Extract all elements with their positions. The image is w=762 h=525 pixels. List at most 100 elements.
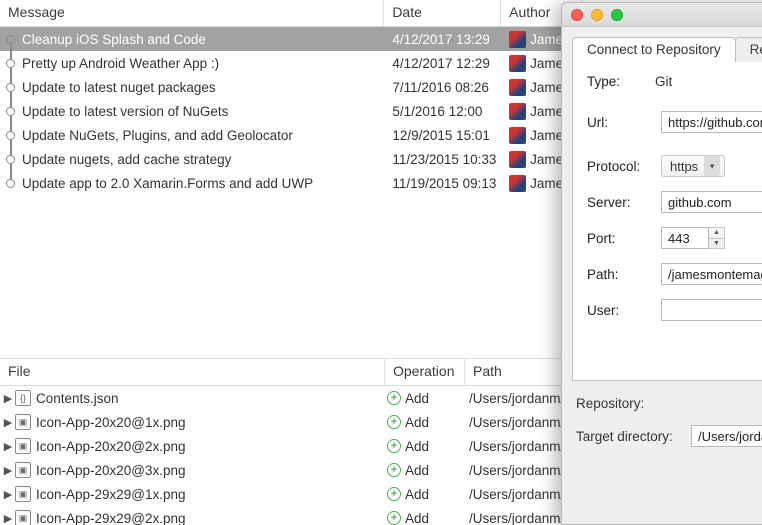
target-directory-label: Target directory: [576,429,691,444]
commit-date: 7/11/2016 08:26 [384,80,501,95]
server-label: Server: [587,195,661,210]
window-minimize-button[interactable] [591,9,603,21]
commit-row[interactable]: Update app to 2.0 Xamarin.Forms and add … [0,171,581,195]
commit-row[interactable]: Update NuGets, Plugins, and add Geolocat… [0,123,581,147]
commit-message: Update NuGets, Plugins, and add Geolocat… [22,128,384,143]
commit-row[interactable]: Update nugets, add cache strategy 11/23/… [0,147,581,171]
port-input[interactable] [661,227,709,249]
file-operation: Add [405,439,429,454]
image-file-icon: ▣ [15,462,31,478]
image-file-icon: ▣ [15,438,31,454]
connect-repository-dialog: Connect to Repository Registe Type: Git … [561,2,762,525]
user-label: User: [587,303,661,318]
dialog-tabstrip: Connect to Repository Registe [572,37,762,62]
server-input[interactable] [661,191,762,213]
add-icon: + [387,463,401,477]
commit-row[interactable]: Update to latest version of NuGets 5/1/2… [0,99,581,123]
image-file-icon: ▣ [15,486,31,502]
target-directory-input[interactable] [691,425,762,447]
chevron-down-icon[interactable]: ▼ [709,239,724,249]
column-header-date[interactable]: Date [384,0,501,26]
commit-row[interactable]: Pretty up Android Weather App :) 4/12/20… [0,51,581,75]
commit-row[interactable]: Update to latest nuget packages 7/11/201… [0,75,581,99]
chevron-up-icon[interactable]: ▲ [709,228,724,239]
commit-message: Update to latest version of NuGets [22,104,384,119]
graph-node-icon [0,27,22,51]
connect-tab-panel: Type: Git Url: Protocol: https ▾ Server:… [572,61,762,381]
column-header-operation[interactable]: Operation [385,359,465,385]
protocol-value: https [670,159,698,174]
graph-node-icon [0,123,22,147]
commit-message: Update nugets, add cache strategy [22,152,384,167]
stepper-buttons[interactable]: ▲▼ [709,227,725,249]
graph-node-icon [0,75,22,99]
file-name: Icon-App-29x29@1x.png [36,487,381,502]
file-operation: Add [405,391,429,406]
add-icon: + [387,487,401,501]
commit-message: Cleanup iOS Splash and Code [22,32,384,47]
commit-date: 11/23/2015 10:33 [384,152,501,167]
repository-label: Repository: [576,396,691,411]
file-name: Icon-App-20x20@2x.png [36,439,381,454]
file-operation: Add [405,463,429,478]
type-value: Git [651,74,672,89]
protocol-select[interactable]: https ▾ [661,155,725,177]
port-stepper[interactable]: ▲▼ [661,227,725,249]
file-row[interactable]: ▶ ▣ Icon-App-20x20@2x.png + Add /Users/j… [0,434,582,458]
disclosure-triangle-icon[interactable]: ▶ [0,512,14,525]
image-file-icon: ▣ [15,414,31,430]
path-input[interactable] [661,263,762,285]
changed-files-pane: File Operation Path ▶ {} Contents.json +… [0,358,582,525]
file-columns-header: File Operation Path [0,359,582,386]
file-operation-cell: + Add [381,487,461,502]
url-label: Url: [587,115,661,130]
file-row[interactable]: ▶ ▣ Icon-App-20x20@3x.png + Add /Users/j… [0,458,582,482]
file-row[interactable]: ▶ ▣ Icon-App-29x29@2x.png + Add /Users/j… [0,506,582,525]
avatar [509,55,526,72]
commit-message: Update to latest nuget packages [22,80,384,95]
disclosure-triangle-icon[interactable]: ▶ [0,392,14,405]
image-file-icon: ▣ [15,510,31,525]
graph-node-icon [0,99,22,123]
protocol-label: Protocol: [587,159,661,174]
tab-registered[interactable]: Registe [735,37,762,62]
disclosure-triangle-icon[interactable]: ▶ [0,488,14,501]
commit-row[interactable]: Cleanup iOS Splash and Code 4/12/2017 13… [0,27,581,51]
avatar [509,175,526,192]
window-close-button[interactable] [571,9,583,21]
commit-date: 4/12/2017 13:29 [384,32,501,47]
commit-date: 11/19/2015 09:13 [384,176,501,191]
user-input[interactable] [661,299,762,321]
file-operation-cell: + Add [381,439,461,454]
column-header-message[interactable]: Message [0,0,384,26]
file-operation-cell: + Add [381,391,461,406]
disclosure-triangle-icon[interactable]: ▶ [0,464,14,477]
graph-node-icon [0,147,22,171]
chevron-down-icon: ▾ [704,156,720,176]
type-label: Type: [587,74,651,89]
column-header-file[interactable]: File [0,359,385,385]
file-operation-cell: + Add [381,415,461,430]
file-row[interactable]: ▶ ▣ Icon-App-29x29@1x.png + Add /Users/j… [0,482,582,506]
file-name: Icon-App-20x20@1x.png [36,415,381,430]
disclosure-triangle-icon[interactable]: ▶ [0,440,14,453]
port-label: Port: [587,231,661,246]
commit-message: Update app to 2.0 Xamarin.Forms and add … [22,176,384,191]
url-input[interactable] [661,111,762,133]
file-operation: Add [405,511,429,525]
commit-date: 5/1/2016 12:00 [384,104,501,119]
file-name: Icon-App-29x29@2x.png [36,511,381,525]
tab-connect-to-repository[interactable]: Connect to Repository [572,37,736,62]
avatar [509,31,526,48]
avatar [509,127,526,144]
file-row[interactable]: ▶ {} Contents.json + Add /Users/jordanm/… [0,386,582,410]
window-zoom-button[interactable] [611,9,623,21]
graph-node-icon [0,171,22,195]
disclosure-triangle-icon[interactable]: ▶ [0,416,14,429]
file-operation-cell: + Add [381,463,461,478]
file-operation: Add [405,487,429,502]
file-operation: Add [405,415,429,430]
file-row[interactable]: ▶ ▣ Icon-App-20x20@1x.png + Add /Users/j… [0,410,582,434]
graph-node-icon [0,51,22,75]
file-operation-cell: + Add [381,511,461,525]
